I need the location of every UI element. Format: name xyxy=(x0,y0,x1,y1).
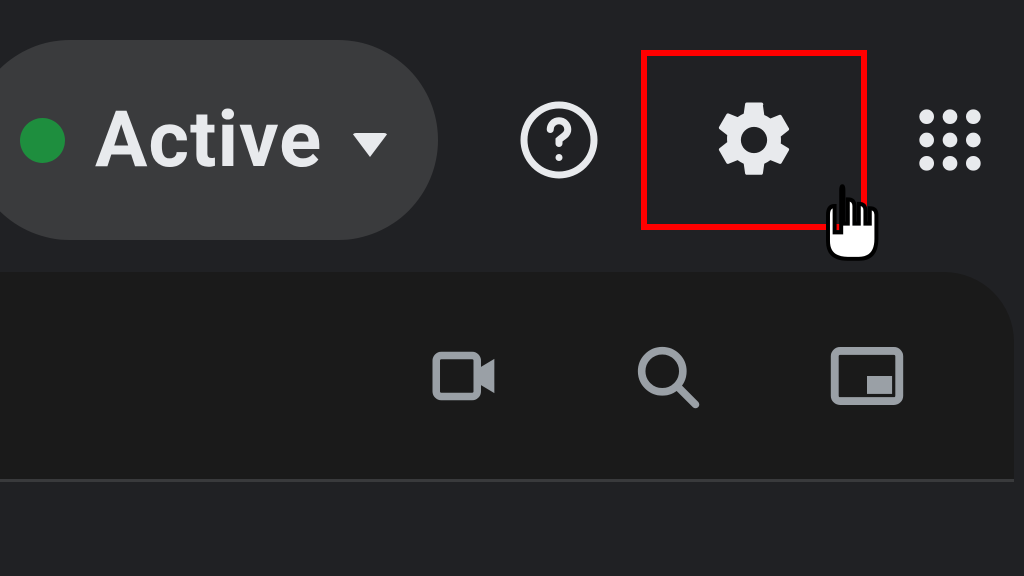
apps-button[interactable] xyxy=(905,95,994,185)
video-icon xyxy=(426,335,508,417)
status-dot-icon xyxy=(20,118,65,163)
top-bar: Active xyxy=(0,0,1024,260)
search-button[interactable] xyxy=(622,331,712,421)
settings-button[interactable] xyxy=(709,95,799,185)
settings-highlight-box xyxy=(641,50,868,230)
toolbar xyxy=(0,272,1014,482)
apps-grid-icon xyxy=(910,100,990,180)
gear-icon xyxy=(709,92,799,188)
help-button[interactable] xyxy=(514,95,603,185)
pip-button[interactable] xyxy=(822,331,912,421)
picture-in-picture-icon xyxy=(824,333,910,419)
help-icon xyxy=(517,98,601,182)
cursor-pointer-icon xyxy=(814,184,886,272)
status-pill[interactable]: Active xyxy=(0,40,438,240)
status-label: Active xyxy=(95,95,322,186)
search-icon xyxy=(629,338,705,414)
video-button[interactable] xyxy=(422,331,512,421)
chevron-down-icon xyxy=(352,133,388,157)
